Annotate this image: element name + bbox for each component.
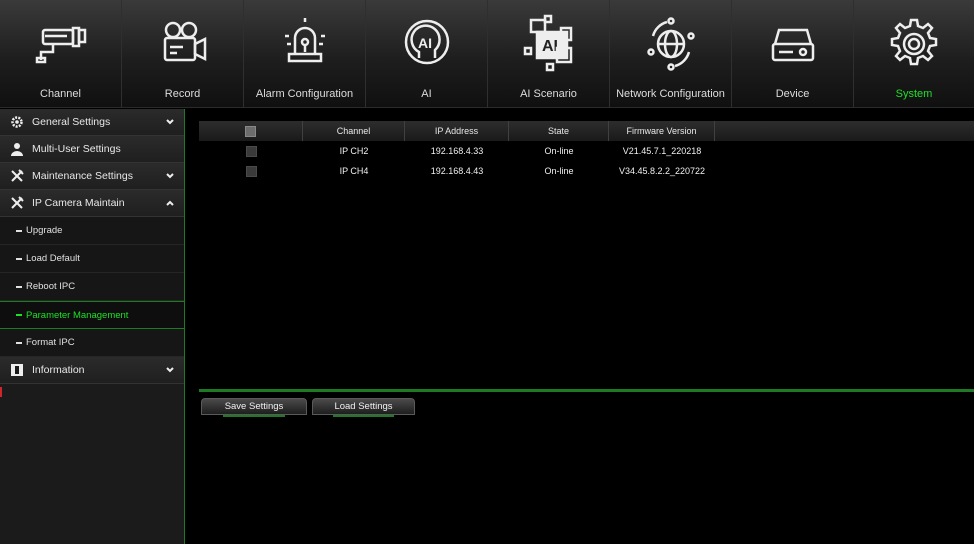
nav-label: Device xyxy=(775,88,810,100)
chevron-down-icon xyxy=(166,367,174,373)
sidebar-subitem-label: Reboot IPC xyxy=(26,281,76,292)
nav-device[interactable]: Device xyxy=(732,0,854,108)
table-header: Channel IP Address State Firmware Versio… xyxy=(199,121,974,141)
cell-firmware: V34.45.8.2.2_220722 xyxy=(618,166,706,176)
user-icon xyxy=(10,142,24,156)
sidebar-subitem-parameter-management[interactable]: Parameter Management xyxy=(0,301,184,329)
cctv-camera-icon xyxy=(25,10,97,78)
row-select-cell xyxy=(199,161,303,181)
nav-channel[interactable]: Channel xyxy=(0,0,122,108)
tools-icon xyxy=(10,196,24,210)
sidebar-item-maintenance-settings[interactable]: Maintenance Settings xyxy=(0,163,184,190)
sidebar-subitem-label: Parameter Management xyxy=(26,309,129,321)
select-all-checkbox[interactable] xyxy=(245,125,256,137)
sidebar: General Settings Multi-User Settings Mai… xyxy=(0,109,184,544)
main-panel: Channel IP Address State Firmware Versio… xyxy=(184,109,974,544)
nav-record[interactable]: Record xyxy=(122,0,244,108)
sidebar-subitem-format-ipc[interactable]: Format IPC xyxy=(0,329,184,357)
ipc-table: Channel IP Address State Firmware Versio… xyxy=(199,121,974,181)
sidebar-item-label: Multi-User Settings xyxy=(32,143,121,155)
row-select-cell xyxy=(199,141,303,161)
nav-system[interactable]: System xyxy=(854,0,974,108)
cell-state: On-line xyxy=(544,166,574,176)
sidebar-item-information[interactable]: Information xyxy=(0,357,184,384)
gear-icon xyxy=(10,115,24,129)
column-header: IP Address xyxy=(405,121,509,141)
sidebar-item-ip-camera-maintain[interactable]: IP Camera Maintain xyxy=(0,190,184,217)
nav-label: AI Scenario xyxy=(520,88,577,100)
film-camera-icon xyxy=(147,10,219,78)
sidebar-subitem-label: Upgrade xyxy=(26,225,63,236)
gear-icon xyxy=(878,10,950,78)
sidebar-item-label: IP Camera Maintain xyxy=(32,197,125,209)
nav-ai-scenario[interactable]: AI AI Scenario xyxy=(488,0,610,108)
cell-channel: IP CH4 xyxy=(339,166,369,176)
alarm-light-icon xyxy=(269,10,341,78)
dash-icon xyxy=(16,257,22,260)
cell-empty xyxy=(715,161,974,181)
cell-firmware: V21.45.7.1_220218 xyxy=(622,146,702,156)
nav-ai[interactable]: AI AI xyxy=(366,0,488,108)
column-header: Channel xyxy=(303,121,405,141)
hard-drive-icon xyxy=(757,10,829,78)
top-navigation-bar: Channel Record Alarm Configuration AI AI… xyxy=(0,0,974,108)
row-checkbox[interactable] xyxy=(245,165,257,177)
sidebar-item-general-settings[interactable]: General Settings xyxy=(0,109,184,136)
sidebar-item-multi-user-settings[interactable]: Multi-User Settings xyxy=(0,136,184,163)
cell-ip-address: 192.168.4.33 xyxy=(430,146,484,156)
sidebar-subitem-load-default[interactable]: Load Default xyxy=(0,245,184,273)
cell-state: On-line xyxy=(544,146,574,156)
ai-scenario-icon: AI xyxy=(513,10,585,78)
svg-text:AI: AI xyxy=(418,35,432,51)
column-header: State xyxy=(509,121,609,141)
save-settings-button[interactable]: Save Settings xyxy=(201,398,307,417)
nav-label: AI xyxy=(421,88,432,100)
nav-alarm-configuration[interactable]: Alarm Configuration xyxy=(244,0,366,108)
chevron-down-icon xyxy=(166,173,174,179)
sidebar-item-label: Maintenance Settings xyxy=(32,170,133,182)
sidebar-marker xyxy=(0,387,2,397)
dash-icon xyxy=(16,285,22,288)
svg-text:AI: AI xyxy=(542,38,558,55)
dash-icon xyxy=(16,341,22,344)
cell-empty xyxy=(715,141,974,161)
nav-label: Network Configuration xyxy=(616,88,725,100)
sidebar-item-label: General Settings xyxy=(32,116,111,128)
cell-channel: IP CH2 xyxy=(339,146,369,156)
dash-icon xyxy=(16,229,22,232)
table-row[interactable]: IP CH2 192.168.4.33 On-line V21.45.7.1_2… xyxy=(199,141,974,161)
tools-icon xyxy=(10,169,24,183)
dash-icon xyxy=(16,314,22,316)
row-checkbox[interactable] xyxy=(245,145,257,157)
load-settings-button[interactable]: Load Settings xyxy=(312,398,415,417)
nav-label: Channel xyxy=(40,88,81,100)
nav-label: Record xyxy=(164,88,201,100)
section-divider xyxy=(199,389,974,392)
globe-network-icon xyxy=(635,10,707,78)
select-all-cell xyxy=(199,121,303,141)
sidebar-subitem-reboot-ipc[interactable]: Reboot IPC xyxy=(0,273,184,301)
column-header-empty xyxy=(715,121,974,141)
nav-label: Alarm Configuration xyxy=(255,88,354,100)
nav-network-configuration[interactable]: Network Configuration xyxy=(610,0,732,108)
sidebar-subitem-label: Load Default xyxy=(26,253,80,264)
cell-ip-address: 192.168.4.43 xyxy=(430,166,484,176)
sidebar-subitem-label: Format IPC xyxy=(26,337,75,348)
nav-label: System xyxy=(895,88,933,100)
sidebar-subitem-upgrade[interactable]: Upgrade xyxy=(0,217,184,245)
chevron-down-icon xyxy=(166,119,174,125)
table-row[interactable]: IP CH4 192.168.4.43 On-line V34.45.8.2.2… xyxy=(199,161,974,181)
info-icon xyxy=(10,363,24,377)
sidebar-item-label: Information xyxy=(32,364,85,376)
ai-head-icon: AI xyxy=(391,10,463,78)
column-header: Firmware Version xyxy=(609,121,715,141)
chevron-up-icon xyxy=(166,200,174,206)
